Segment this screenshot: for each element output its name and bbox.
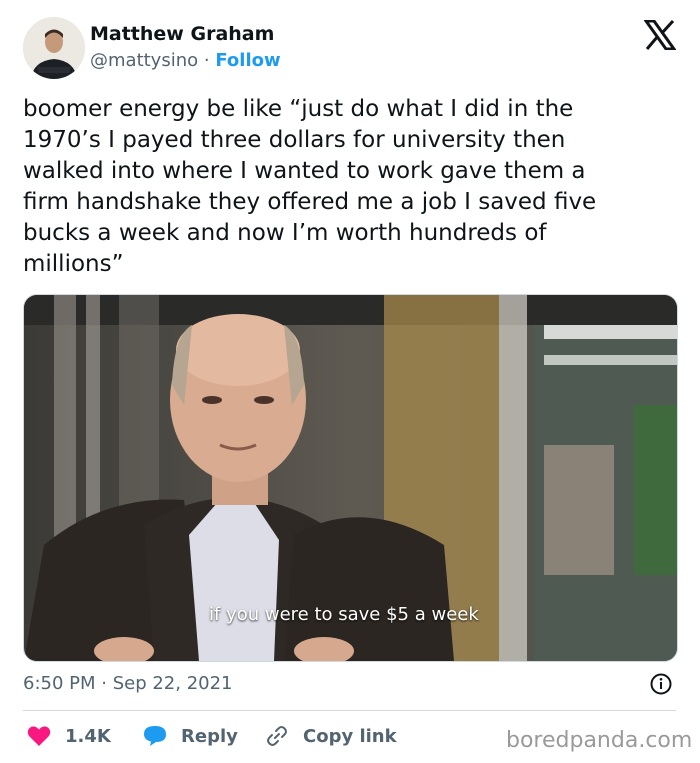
divider bbox=[23, 710, 676, 711]
reply-label: Reply bbox=[181, 725, 238, 747]
tweet-line: 1970’s I payed three dollars for univers… bbox=[23, 127, 566, 153]
tweet-line: bucks a week and now I’m worth hundreds … bbox=[23, 220, 547, 246]
link-icon bbox=[267, 726, 287, 746]
like-count: 1.4K bbox=[65, 725, 111, 747]
tweet-line: boomer energy be like “just do what I di… bbox=[23, 96, 574, 122]
info-icon[interactable] bbox=[650, 673, 672, 695]
tweet-video[interactable]: if you were to save $5 a week bbox=[23, 294, 678, 662]
copy-link-label: Copy link bbox=[303, 725, 397, 747]
author-avatar[interactable] bbox=[23, 17, 85, 79]
heart-icon bbox=[27, 726, 51, 746]
like-button[interactable]: 1.4K bbox=[27, 722, 111, 750]
copy-link-button[interactable]: Copy link bbox=[265, 722, 397, 750]
handle-row: @mattysino · Follow bbox=[90, 50, 281, 71]
author-name[interactable]: Matthew Graham bbox=[90, 23, 274, 45]
follow-button[interactable]: Follow bbox=[215, 50, 280, 71]
author-handle[interactable]: @mattysino bbox=[90, 50, 198, 71]
reply-bubble-icon bbox=[144, 726, 166, 746]
video-caption: if you were to save $5 a week bbox=[209, 604, 479, 625]
tweet-line: firm handshake they offered me a job I s… bbox=[23, 189, 597, 215]
x-logo-icon[interactable] bbox=[643, 19, 677, 51]
reply-button[interactable]: Reply bbox=[143, 722, 238, 750]
handle-separator: · bbox=[203, 50, 210, 71]
tweet-text: boomer energy be like “just do what I di… bbox=[23, 94, 683, 280]
tweet-timestamp[interactable]: 6:50 PM · Sep 22, 2021 bbox=[23, 673, 233, 694]
source-watermark: boredpanda.com bbox=[506, 728, 693, 753]
tweet-line: walked into where I wanted to work gave … bbox=[23, 158, 586, 184]
tweet-line: millions” bbox=[23, 251, 124, 277]
